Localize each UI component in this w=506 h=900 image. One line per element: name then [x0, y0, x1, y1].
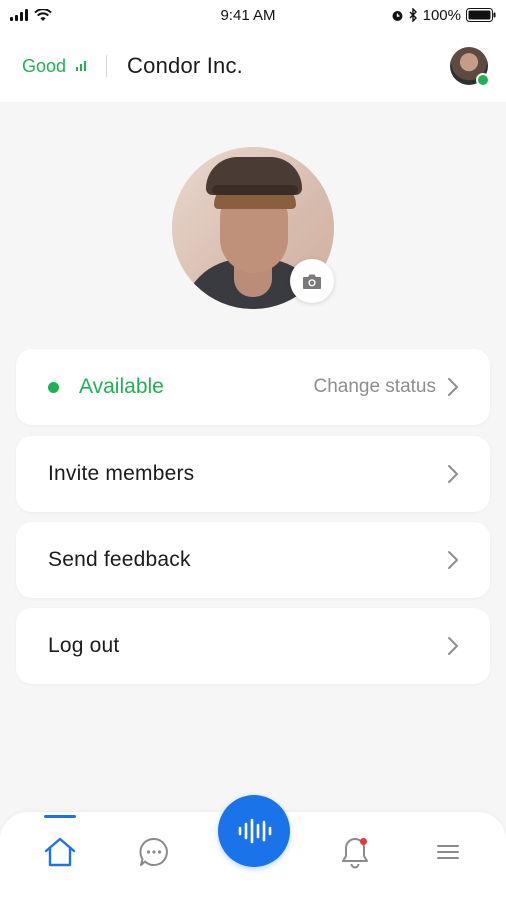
menu-item-label: Invite members [48, 462, 195, 485]
status-dot [48, 381, 59, 393]
user-avatar[interactable] [450, 47, 490, 87]
cellular-signal-icon [10, 9, 28, 21]
status-bar-right: 100% [366, 7, 496, 24]
send-feedback-item[interactable]: Send feedback [16, 522, 490, 598]
status-time: 9:41 AM [220, 6, 276, 24]
connection-quality: Good [22, 55, 87, 77]
status-label: Available [79, 375, 164, 398]
bluetooth-icon [409, 8, 417, 22]
chevron-right-icon [446, 635, 460, 657]
log-out-item[interactable]: Log out [16, 608, 490, 684]
nav-messages[interactable] [134, 832, 174, 872]
home-icon [44, 837, 76, 867]
status-bar: 9:41 AM 100% [0, 0, 506, 30]
voice-button[interactable] [218, 795, 290, 867]
profile-photo-container [172, 147, 334, 309]
status-bar-left [10, 8, 130, 22]
connection-bars-icon [76, 61, 87, 71]
presence-indicator [476, 73, 490, 87]
nav-menu[interactable] [428, 832, 468, 872]
wifi-icon [34, 8, 52, 21]
menu-item-label: Send feedback [48, 548, 191, 571]
battery-icon [465, 8, 496, 22]
alarm-icon [392, 10, 403, 21]
chevron-right-icon [446, 463, 460, 485]
header-divider [106, 55, 108, 77]
company-name: Condor Inc. [127, 53, 243, 78]
active-tab-indicator [44, 815, 76, 818]
voice-icon [238, 818, 272, 844]
battery-percentage: 100% [422, 6, 461, 24]
notification-badge [360, 838, 367, 845]
camera-icon [303, 274, 321, 289]
app-header: Good Condor Inc. [0, 30, 506, 102]
chevron-right-icon [446, 549, 460, 571]
menu-item-label: Log out [48, 634, 120, 657]
invite-members-item[interactable]: Invite members [16, 436, 490, 512]
connection-quality-label: Good [22, 55, 67, 76]
menu-icon [437, 845, 459, 859]
change-photo-button[interactable] [290, 259, 334, 303]
nav-notifications[interactable] [335, 832, 375, 872]
chevron-right-icon [446, 376, 460, 398]
status-card[interactable]: Available Change status [16, 349, 490, 425]
chat-icon [139, 837, 168, 866]
nav-home[interactable] [40, 832, 80, 872]
change-status-link[interactable]: Change status [313, 376, 436, 398]
